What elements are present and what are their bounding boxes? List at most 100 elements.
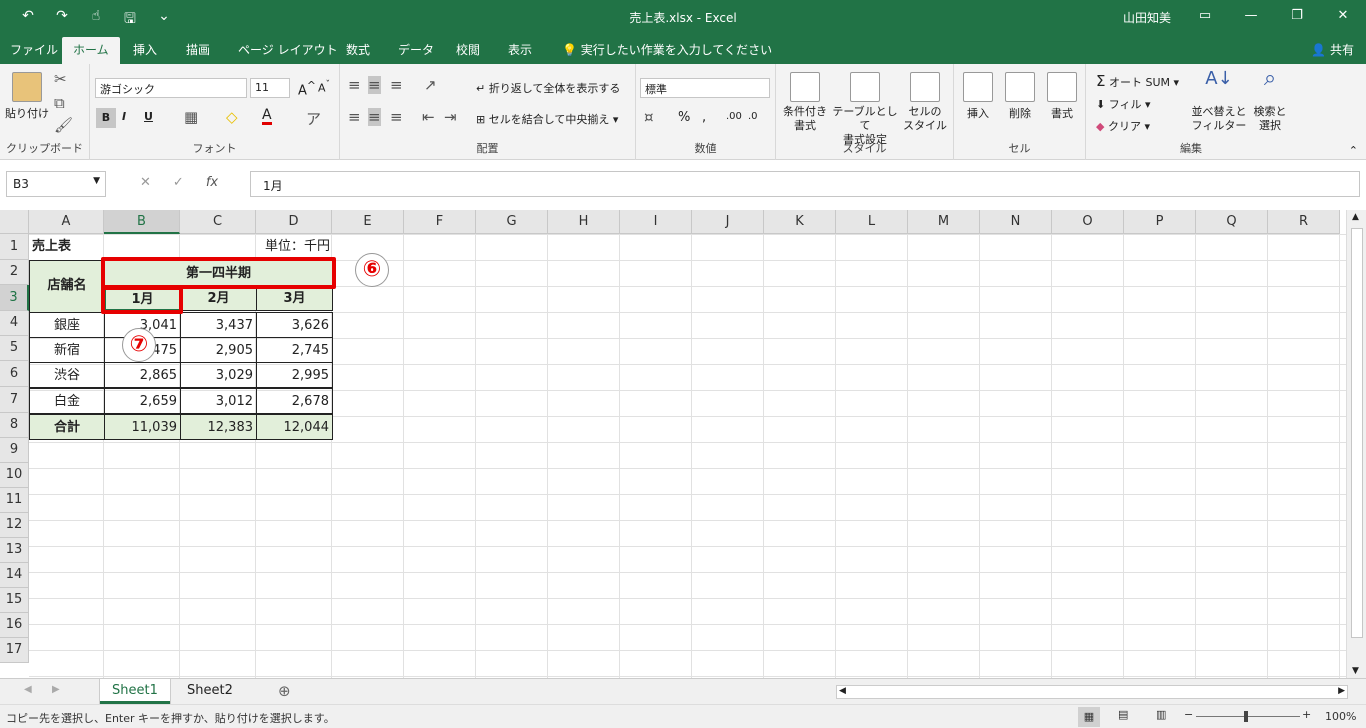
maximize-button[interactable]: ❐ bbox=[1274, 0, 1320, 34]
column-header-o[interactable]: O bbox=[1052, 210, 1124, 234]
zoom-in-icon[interactable]: + bbox=[1302, 708, 1311, 721]
align-middle-icon[interactable]: ≡ bbox=[368, 76, 381, 94]
tab-view[interactable]: 表示 bbox=[508, 41, 532, 58]
bold-icon[interactable]: B bbox=[96, 108, 116, 128]
cell-styles-button[interactable]: セルの スタイル bbox=[900, 72, 950, 133]
column-header-l[interactable]: L bbox=[836, 210, 908, 234]
tell-me-box[interactable]: 💡 実行したい作業を入力してください bbox=[562, 41, 772, 58]
column-header-p[interactable]: P bbox=[1124, 210, 1196, 234]
minimize-button[interactable]: — bbox=[1228, 0, 1274, 34]
cell-a5[interactable]: 新宿 bbox=[29, 337, 105, 363]
row-header-14[interactable]: 14 bbox=[0, 563, 29, 588]
row-header-10[interactable]: 10 bbox=[0, 463, 29, 488]
decrease-indent-icon[interactable]: ⇤ bbox=[422, 108, 435, 126]
row-header-5[interactable]: 5 bbox=[0, 336, 29, 361]
select-all-corner[interactable] bbox=[0, 210, 29, 234]
align-left-icon[interactable]: ≡ bbox=[348, 108, 361, 126]
zoom-level[interactable]: 100% bbox=[1325, 710, 1356, 723]
column-header-d[interactable]: D bbox=[256, 210, 332, 234]
conditional-format-button[interactable]: 条件付き 書式 bbox=[780, 72, 830, 133]
column-header-j[interactable]: J bbox=[692, 210, 764, 234]
zoom-out-icon[interactable]: − bbox=[1184, 708, 1193, 721]
next-sheet-icon[interactable]: ▶ bbox=[52, 684, 60, 695]
row-header-16[interactable]: 16 bbox=[0, 613, 29, 638]
cell-d6[interactable]: 2,995 bbox=[256, 362, 333, 388]
format-cells-button[interactable]: 書式 bbox=[1042, 72, 1082, 121]
column-header-a[interactable]: A bbox=[29, 210, 104, 234]
share-button[interactable]: 👤 共有 bbox=[1311, 41, 1354, 58]
cell-b6[interactable]: 2,865 bbox=[104, 362, 181, 388]
column-header-m[interactable]: M bbox=[908, 210, 980, 234]
scroll-left-icon[interactable]: ◀ bbox=[839, 686, 846, 696]
column-header-k[interactable]: K bbox=[764, 210, 836, 234]
cell-a6[interactable]: 渋谷 bbox=[29, 362, 105, 388]
column-header-e[interactable]: E bbox=[332, 210, 404, 234]
cell-b8[interactable]: 11,039 bbox=[104, 414, 181, 440]
align-right-icon[interactable]: ≡ bbox=[390, 108, 403, 126]
underline-icon[interactable]: U bbox=[144, 110, 153, 123]
paste-button[interactable]: 貼り付け bbox=[4, 72, 50, 121]
merge-center-button[interactable]: ⊞ セルを結合して中央揃え ▾ bbox=[476, 111, 618, 127]
comma-icon[interactable]: , bbox=[702, 110, 706, 125]
close-button[interactable]: ✕ bbox=[1320, 0, 1366, 34]
chevron-down-icon[interactable]: ▼ bbox=[93, 176, 100, 186]
increase-font-icon[interactable]: A^ bbox=[298, 79, 316, 98]
insert-cells-button[interactable]: 挿入 bbox=[958, 72, 998, 121]
tab-data[interactable]: データ bbox=[398, 41, 434, 58]
cell-a7[interactable]: 白金 bbox=[29, 388, 105, 414]
cell-a4[interactable]: 銀座 bbox=[29, 312, 105, 338]
format-as-table-button[interactable]: テーブルとして 書式設定 bbox=[832, 72, 898, 147]
fill-color-icon[interactable]: ◇ bbox=[226, 108, 238, 126]
row-header-13[interactable]: 13 bbox=[0, 538, 29, 563]
column-header-f[interactable]: F bbox=[404, 210, 476, 234]
increase-indent-icon[interactable]: ⇥ bbox=[444, 108, 457, 126]
tab-review[interactable]: 校閲 bbox=[456, 41, 480, 58]
column-header-g[interactable]: G bbox=[476, 210, 548, 234]
cell-d8[interactable]: 12,044 bbox=[256, 414, 333, 440]
font-name-select[interactable]: 游ゴシック bbox=[95, 78, 247, 98]
row-header-15[interactable]: 15 bbox=[0, 588, 29, 613]
collapse-ribbon-icon[interactable]: ⌃ bbox=[1349, 144, 1358, 157]
scroll-down-icon[interactable]: ▼ bbox=[1352, 666, 1359, 676]
cell-c8[interactable]: 12,383 bbox=[180, 414, 257, 440]
increase-decimal-icon[interactable]: .00 bbox=[726, 111, 742, 122]
decrease-decimal-icon[interactable]: .0 bbox=[748, 111, 758, 122]
column-header-n[interactable]: N bbox=[980, 210, 1052, 234]
cell-c4[interactable]: 3,437 bbox=[180, 312, 257, 338]
cancel-icon[interactable]: ✕ bbox=[140, 175, 151, 190]
column-header-i[interactable]: I bbox=[620, 210, 692, 234]
cut-icon[interactable]: ✂ bbox=[54, 70, 67, 88]
italic-icon[interactable]: I bbox=[122, 110, 126, 123]
column-header-b[interactable]: B bbox=[104, 210, 180, 234]
wrap-text-button[interactable]: ↵ 折り返して全体を表示する bbox=[476, 80, 620, 96]
font-size-select[interactable]: 11 bbox=[250, 78, 290, 98]
row-header-9[interactable]: 9 bbox=[0, 438, 29, 463]
cell-a8[interactable]: 合計 bbox=[29, 414, 105, 440]
borders-icon[interactable]: ▦ bbox=[184, 108, 198, 126]
prev-sheet-icon[interactable]: ◀ bbox=[24, 684, 32, 695]
tab-file[interactable]: ファイル bbox=[10, 41, 58, 58]
sort-filter-button[interactable]: A↓ 並べ替えと フィルター bbox=[1190, 70, 1248, 133]
row-header-1[interactable]: 1 bbox=[0, 234, 29, 260]
column-header-c[interactable]: C bbox=[180, 210, 256, 234]
orientation-icon[interactable]: ↗ bbox=[424, 76, 437, 94]
fill-button[interactable]: ⬇ フィル ▾ bbox=[1096, 96, 1151, 112]
cell-d4[interactable]: 3,626 bbox=[256, 312, 333, 338]
scroll-up-icon[interactable]: ▲ bbox=[1352, 212, 1359, 222]
cell-c7[interactable]: 3,012 bbox=[180, 388, 257, 414]
row-header-17[interactable]: 17 bbox=[0, 638, 29, 663]
row-header-7[interactable]: 7 bbox=[0, 387, 29, 413]
decrease-font-icon[interactable]: Aˇ bbox=[318, 79, 330, 95]
formula-input[interactable]: 1月 bbox=[250, 171, 1360, 197]
cell-d5[interactable]: 2,745 bbox=[256, 337, 333, 363]
column-header-q[interactable]: Q bbox=[1196, 210, 1268, 234]
tab-insert[interactable]: 挿入 bbox=[133, 41, 157, 58]
row-header-4[interactable]: 4 bbox=[0, 311, 29, 336]
align-bottom-icon[interactable]: ≡ bbox=[390, 76, 403, 94]
sheet-tab-sheet2[interactable]: Sheet2 bbox=[175, 679, 245, 704]
column-header-h[interactable]: H bbox=[548, 210, 620, 234]
align-center-icon[interactable]: ≡ bbox=[368, 108, 381, 126]
cell-c6[interactable]: 3,029 bbox=[180, 362, 257, 388]
ribbon-display-icon[interactable]: ▭ bbox=[1182, 0, 1228, 34]
page-layout-view-icon[interactable]: ▤ bbox=[1118, 708, 1128, 721]
